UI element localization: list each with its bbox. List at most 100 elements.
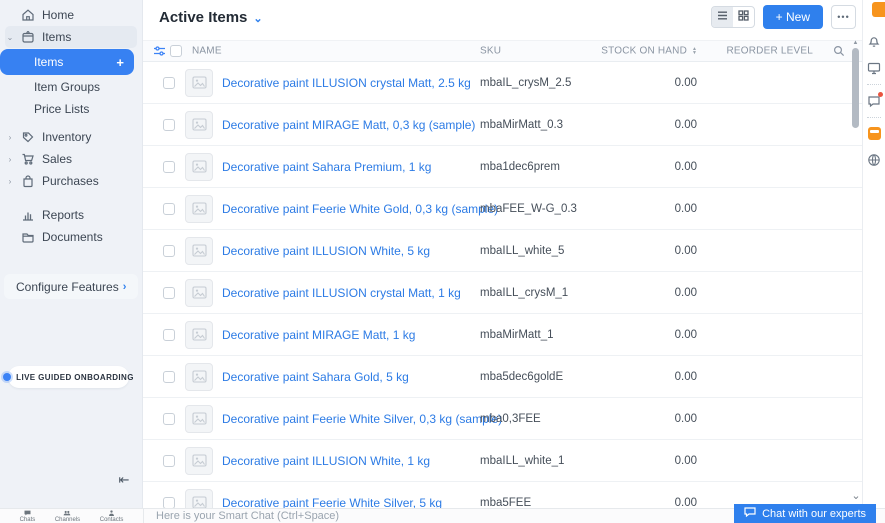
table-body: Decorative paint ILLUSION crystal Matt, … <box>143 62 862 508</box>
scroll-up-arrow[interactable]: ▲ <box>851 40 860 46</box>
item-name-link[interactable]: Decorative paint Sahara Premium, 1 kg <box>222 160 431 174</box>
table-row[interactable]: Decorative paint ILLUSION White, 1 kg mb… <box>143 440 862 482</box>
sidebar-item-inventory[interactable]: › Inventory <box>0 126 142 148</box>
chat-notification-icon[interactable] <box>867 94 881 108</box>
table-row[interactable]: Decorative paint Sahara Premium, 1 kg mb… <box>143 146 862 188</box>
more-menu-button[interactable]: ••• <box>831 5 856 29</box>
sidebar-subitem-item-groups[interactable]: Item Groups <box>0 76 142 98</box>
row-checkbox[interactable] <box>163 413 175 425</box>
table-row[interactable]: Decorative paint Feerie White Silver, 0,… <box>143 398 862 440</box>
dock-contacts-button[interactable]: Contacts <box>100 510 124 523</box>
globe-icon[interactable] <box>867 153 881 167</box>
sidebar-item-home[interactable]: Home <box>0 4 142 26</box>
row-checkbox[interactable] <box>163 77 175 89</box>
item-thumbnail <box>185 363 213 391</box>
item-name-link[interactable]: Decorative paint Feerie White Silver, 0,… <box>222 412 502 426</box>
sidebar-item-label: Inventory <box>42 130 91 144</box>
dock-channels-button[interactable]: Channels <box>55 510 80 523</box>
item-thumbnail <box>185 279 213 307</box>
item-name-link[interactable]: Decorative paint Feerie White Silver, 5 … <box>222 496 442 509</box>
row-checkbox[interactable] <box>163 497 175 509</box>
grid-view-button[interactable] <box>733 7 754 27</box>
sidebar-item-label: Sales <box>42 152 72 166</box>
table-row[interactable]: Decorative paint MIRAGE Matt, 0,3 kg (sa… <box>143 104 862 146</box>
chevron-right-icon: › <box>6 133 14 142</box>
row-checkbox[interactable] <box>163 203 175 215</box>
item-stock-on-hand: 0.00 <box>573 329 697 341</box>
scrollbar-thumb[interactable] <box>852 48 859 128</box>
chevron-right-icon: › <box>6 155 14 164</box>
table-row[interactable]: Decorative paint ILLUSION White, 5 kg mb… <box>143 230 862 272</box>
monitor-icon[interactable] <box>867 61 881 75</box>
configure-features-link[interactable]: Configure Features › <box>4 274 138 299</box>
column-header-stock[interactable]: STOCK ON HAND <box>563 46 687 57</box>
table-row[interactable]: Decorative paint ILLUSION crystal Matt, … <box>143 272 862 314</box>
new-button[interactable]: + New <box>763 5 823 29</box>
item-stock-on-hand: 0.00 <box>573 371 697 383</box>
item-name-link[interactable]: Decorative paint ILLUSION White, 1 kg <box>222 454 430 468</box>
dock-chats-button[interactable]: Chats <box>20 510 36 523</box>
row-checkbox[interactable] <box>163 119 175 131</box>
sidebar-item-reports[interactable]: Reports <box>0 204 142 226</box>
app-window: Home ⌄ Items Items + Item Groups Price L… <box>0 0 885 523</box>
item-sku: mbaILL_white_1 <box>480 455 564 467</box>
collapse-sidebar-button[interactable]: ⇤ <box>110 468 138 492</box>
chevron-down-icon: ⌄ <box>6 33 14 42</box>
sidebar-item-purchases[interactable]: › Purchases <box>0 170 142 192</box>
row-checkbox[interactable] <box>163 287 175 299</box>
item-name-link[interactable]: Decorative paint MIRAGE Matt, 0,3 kg (sa… <box>222 118 475 132</box>
sidebar-item-items[interactable]: ⌄ Items <box>5 26 137 48</box>
list-view-button[interactable] <box>712 7 733 27</box>
live-guided-onboarding-pill[interactable]: LIVE GUIDED ONBOARDING <box>8 366 129 388</box>
item-sku: mba1dec6prem <box>480 161 560 173</box>
column-settings-icon[interactable] <box>153 45 166 58</box>
search-icon[interactable] <box>833 45 845 57</box>
page-title[interactable]: Active Items <box>159 9 247 26</box>
row-checkbox[interactable] <box>163 329 175 341</box>
item-name-link[interactable]: Decorative paint Sahara Gold, 5 kg <box>222 370 409 384</box>
sidebar-subitem-price-lists[interactable]: Price Lists <box>0 98 142 120</box>
item-thumbnail <box>185 195 213 223</box>
main-panel: Active Items ⌄ + New ••• <box>143 0 862 508</box>
table-row[interactable]: Decorative paint Feerie White Gold, 0,3 … <box>143 188 862 230</box>
column-header-reorder[interactable]: REORDER LEVEL <box>703 46 813 57</box>
select-all-checkbox[interactable] <box>170 45 182 57</box>
dock-label: Chats <box>20 517 36 523</box>
sidebar-subitem-items-active[interactable]: Items + <box>0 49 134 75</box>
column-header-sku[interactable]: SKU <box>480 46 501 57</box>
row-checkbox[interactable] <box>163 371 175 383</box>
apps-orange-icon[interactable] <box>868 127 881 140</box>
sort-icon[interactable]: ▲▼ <box>692 47 697 55</box>
item-name-link[interactable]: Decorative paint ILLUSION White, 5 kg <box>222 244 430 258</box>
title-chevron-down-icon[interactable]: ⌄ <box>253 12 262 25</box>
item-name-link[interactable]: Decorative paint Feerie White Gold, 0,3 … <box>222 202 498 216</box>
table-row[interactable]: Decorative paint Sahara Gold, 5 kg mba5d… <box>143 356 862 398</box>
bag-icon <box>21 174 35 188</box>
column-header-name[interactable]: NAME <box>192 46 222 57</box>
collapse-arrow-icon: ⇤ <box>119 472 130 488</box>
item-name-link[interactable]: Decorative paint ILLUSION crystal Matt, … <box>222 76 471 90</box>
table-row[interactable]: Decorative paint MIRAGE Matt, 1 kg mbaMi… <box>143 314 862 356</box>
row-checkbox[interactable] <box>163 161 175 173</box>
row-checkbox[interactable] <box>163 455 175 467</box>
sidebar-item-sales[interactable]: › Sales <box>0 148 142 170</box>
item-sku: mba5dec6goldE <box>480 371 563 383</box>
chat-with-experts-button[interactable]: Chat with our experts <box>734 504 876 523</box>
row-checkbox[interactable] <box>163 245 175 257</box>
item-sku: mbaMirMatt_0.3 <box>480 119 563 131</box>
dock-label: Contacts <box>100 517 124 523</box>
item-sku: mbaFEE_W-G_0.3 <box>480 203 577 215</box>
table-row[interactable]: Decorative paint ILLUSION crystal Matt, … <box>143 62 862 104</box>
add-item-icon[interactable]: + <box>116 55 124 70</box>
item-name-link[interactable]: Decorative paint ILLUSION crystal Matt, … <box>222 286 461 300</box>
sidebar: Home ⌄ Items Items + Item Groups Price L… <box>0 0 143 508</box>
configure-features-label: Configure Features <box>16 280 119 294</box>
item-sku: mbaILL_white_5 <box>480 245 564 257</box>
item-name-link[interactable]: Decorative paint MIRAGE Matt, 1 kg <box>222 328 415 342</box>
sidebar-item-documents[interactable]: Documents <box>0 226 142 248</box>
item-stock-on-hand: 0.00 <box>573 455 697 467</box>
help-badge-icon[interactable] <box>872 2 885 17</box>
bell-icon[interactable] <box>867 34 881 48</box>
sidebar-item-label: Reports <box>42 208 84 222</box>
item-thumbnail <box>185 405 213 433</box>
